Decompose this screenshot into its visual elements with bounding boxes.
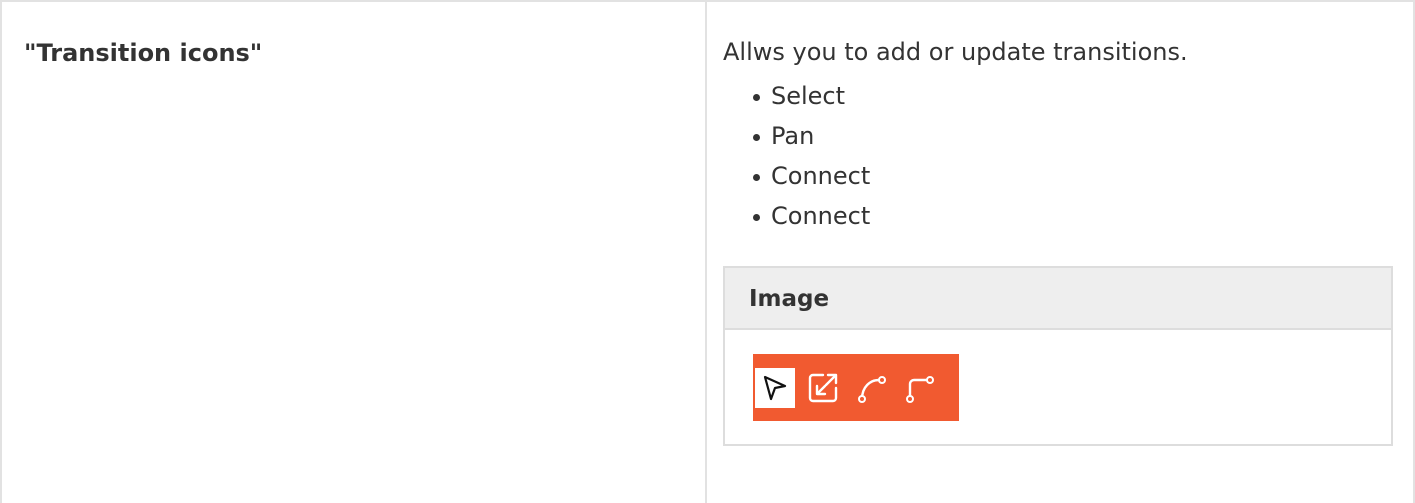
term-label: "Transition icons": [24, 39, 263, 67]
bullet-icon: [753, 134, 760, 141]
select-arrow-icon: [755, 367, 795, 408]
list-item-label: Connect: [771, 162, 871, 190]
bullet-icon: [753, 174, 760, 181]
image-panel-title: Image: [749, 286, 830, 312]
list-item-label: Pan: [771, 122, 815, 150]
list-item-label: Select: [771, 82, 846, 110]
list-item: Connect: [753, 196, 1393, 236]
transition-toolbar-image: [753, 354, 959, 421]
pan-icon: [803, 368, 843, 408]
connect-elbow-icon: [899, 368, 939, 408]
connect-curve-icon: [851, 368, 891, 408]
bullet-icon: [753, 94, 760, 101]
term-cell: "Transition icons": [2, 2, 707, 503]
options-list: Select Pan Connect Connect: [723, 76, 1393, 236]
list-item: Select: [753, 76, 1393, 116]
description-table: "Transition icons" Allws you to add or u…: [0, 0, 1415, 503]
image-panel-header: Image: [725, 268, 1391, 330]
list-item: Pan: [753, 116, 1393, 156]
list-item: Connect: [753, 156, 1393, 196]
image-panel-body: [725, 330, 1391, 444]
description-text: Allws you to add or update transitions.: [723, 38, 1188, 66]
list-item-label: Connect: [771, 202, 871, 230]
image-panel: Image: [723, 266, 1393, 446]
bullet-icon: [753, 214, 760, 221]
description-cell: Allws you to add or update transitions. …: [707, 2, 1413, 503]
